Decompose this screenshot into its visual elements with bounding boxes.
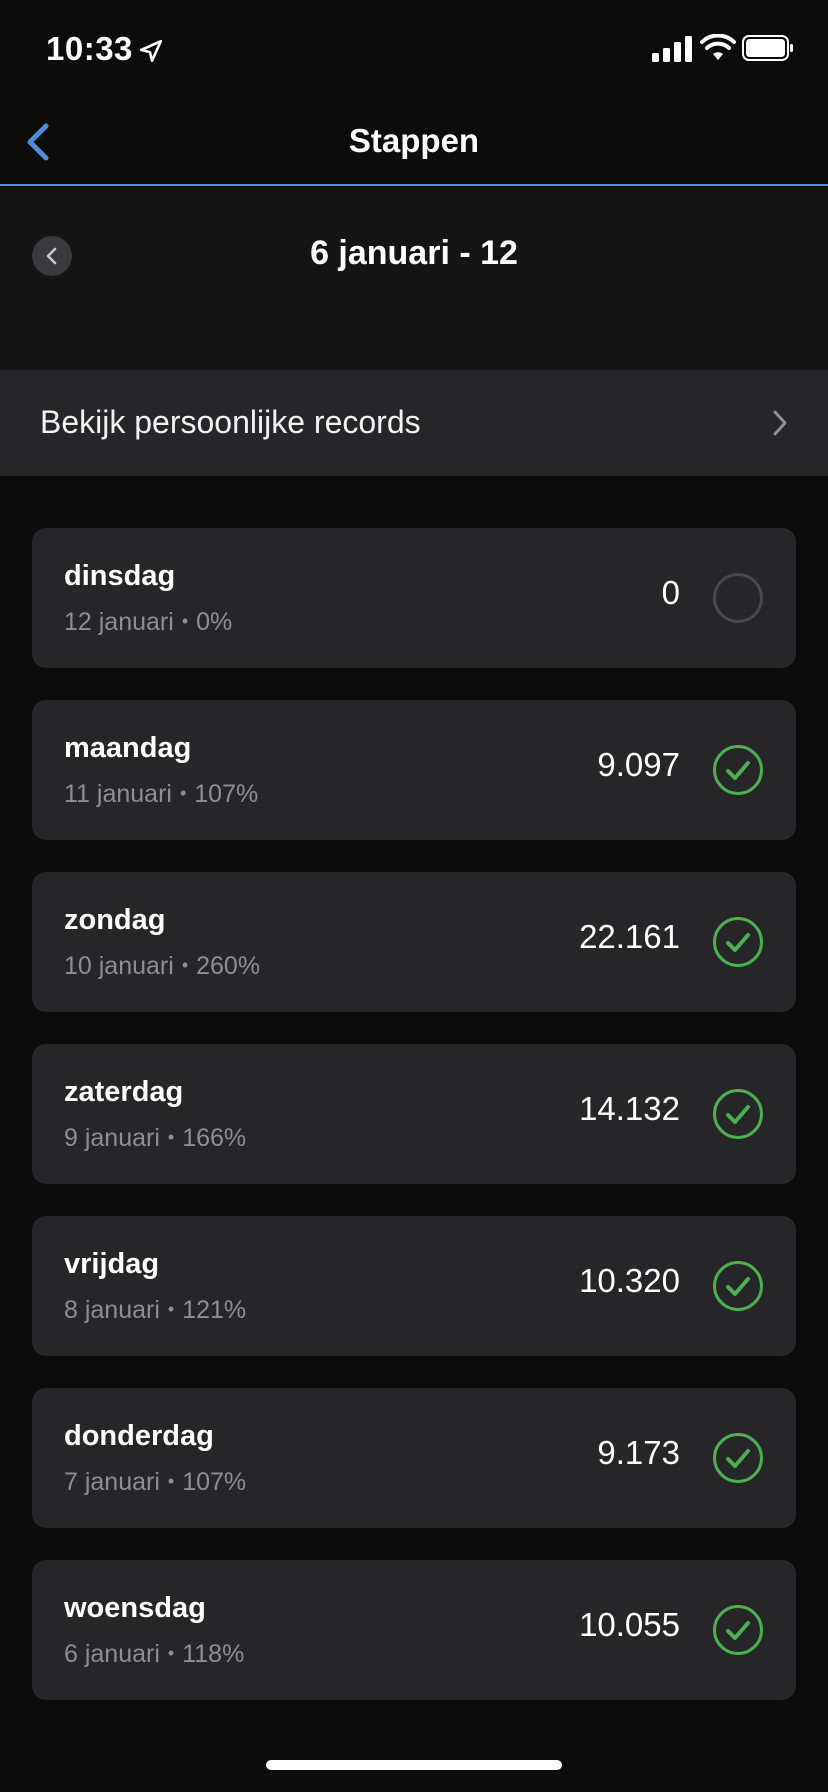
chevron-right-icon: [773, 410, 787, 436]
day-steps: 9.173: [597, 1434, 680, 1471]
separator-dot: •: [167, 1298, 175, 1319]
partially-hidden-text: [30, 314, 290, 324]
personal-records-row[interactable]: Bekijk persoonlijke records: [0, 370, 828, 476]
day-card[interactable]: donderdag 7 januari • 107% 9.173: [32, 1388, 796, 1528]
day-percent: 260%: [196, 952, 261, 980]
day-percent: 166%: [182, 1124, 247, 1152]
status-time: 10:33: [46, 30, 133, 67]
day-steps: 22.161: [579, 918, 680, 955]
day-steps: 14.132: [579, 1090, 680, 1127]
day-percent: 107%: [194, 780, 259, 808]
battery-icon: [742, 35, 793, 61]
day-name: maandag: [64, 732, 192, 764]
status-bar: 10:33: [0, 0, 828, 100]
day-subtitle: 12 januari • 0%: [64, 608, 232, 637]
separator-dot: •: [167, 1642, 175, 1663]
day-percent: 0%: [196, 608, 233, 636]
day-name: dinsdag: [64, 560, 176, 592]
goal-met-check-icon: [713, 1089, 763, 1139]
day-date: 9 januari: [64, 1124, 160, 1152]
day-date: 11 januari: [64, 780, 172, 808]
day-list: dinsdag 12 januari • 0% 0 maandag 11 januari • 1…: [32, 528, 796, 1732]
goal-met-check-icon: [713, 1605, 763, 1655]
day-subtitle: 11 januari • 107%: [64, 780, 258, 809]
separator-dot: •: [167, 1470, 175, 1491]
day-percent: 107%: [182, 1468, 247, 1496]
navigation-bar: Stappen: [0, 100, 828, 186]
day-subtitle: 7 januari • 107%: [64, 1468, 246, 1497]
personal-records-label: Bekijk persoonlijke records: [40, 404, 421, 440]
day-card[interactable]: woensdag 6 januari • 118% 10.055: [32, 1560, 796, 1700]
day-date: 12 januari: [64, 608, 174, 636]
goal-met-check-icon: [713, 1261, 763, 1311]
day-name: woensdag: [64, 1592, 206, 1624]
day-subtitle: 9 januari • 166%: [64, 1124, 246, 1153]
day-card[interactable]: dinsdag 12 januari • 0% 0: [32, 528, 796, 668]
day-card[interactable]: zaterdag 9 januari • 166% 14.132: [32, 1044, 796, 1184]
day-percent: 121%: [182, 1296, 247, 1324]
separator-dot: •: [167, 1126, 175, 1147]
day-steps: 9.097: [597, 746, 680, 783]
week-header: 6 januari - 12: [0, 186, 828, 370]
day-percent: 118%: [182, 1640, 245, 1668]
goal-met-check-icon: [713, 1433, 763, 1483]
day-steps: 0: [661, 574, 680, 611]
day-name: zondag: [64, 904, 166, 936]
day-date: 10 januari: [64, 952, 174, 980]
day-name: vrijdag: [64, 1248, 160, 1280]
day-steps: 10.320: [579, 1262, 680, 1299]
day-name: donderdag: [64, 1420, 214, 1452]
wifi-icon: [700, 34, 736, 60]
day-card[interactable]: maandag 11 januari • 107% 9.097: [32, 700, 796, 840]
day-steps: 10.055: [579, 1606, 680, 1643]
day-date: 6 januari: [64, 1640, 160, 1668]
goal-empty-circle-icon: [713, 573, 763, 623]
week-range-title: 6 januari - 12: [310, 234, 518, 272]
day-card[interactable]: vrijdag 8 januari • 121% 10.320: [32, 1216, 796, 1356]
separator-dot: •: [181, 954, 189, 975]
day-name: zaterdag: [64, 1076, 184, 1108]
day-subtitle: 6 januari • 118%: [64, 1640, 244, 1669]
separator-dot: •: [179, 782, 187, 803]
day-date: 7 januari: [64, 1468, 160, 1496]
day-subtitle: 8 januari • 121%: [64, 1296, 246, 1325]
page-title: Stappen: [348, 122, 480, 159]
home-indicator: [266, 1760, 562, 1770]
day-subtitle: 10 januari • 260%: [64, 952, 260, 981]
goal-met-check-icon: [713, 917, 763, 967]
day-date: 8 januari: [64, 1296, 160, 1324]
location-arrow-icon: [139, 39, 163, 63]
separator-dot: •: [181, 610, 189, 631]
cellular-signal-icon: [652, 36, 692, 62]
day-card[interactable]: zondag 10 januari • 260% 22.161: [32, 872, 796, 1012]
goal-met-check-icon: [713, 745, 763, 795]
